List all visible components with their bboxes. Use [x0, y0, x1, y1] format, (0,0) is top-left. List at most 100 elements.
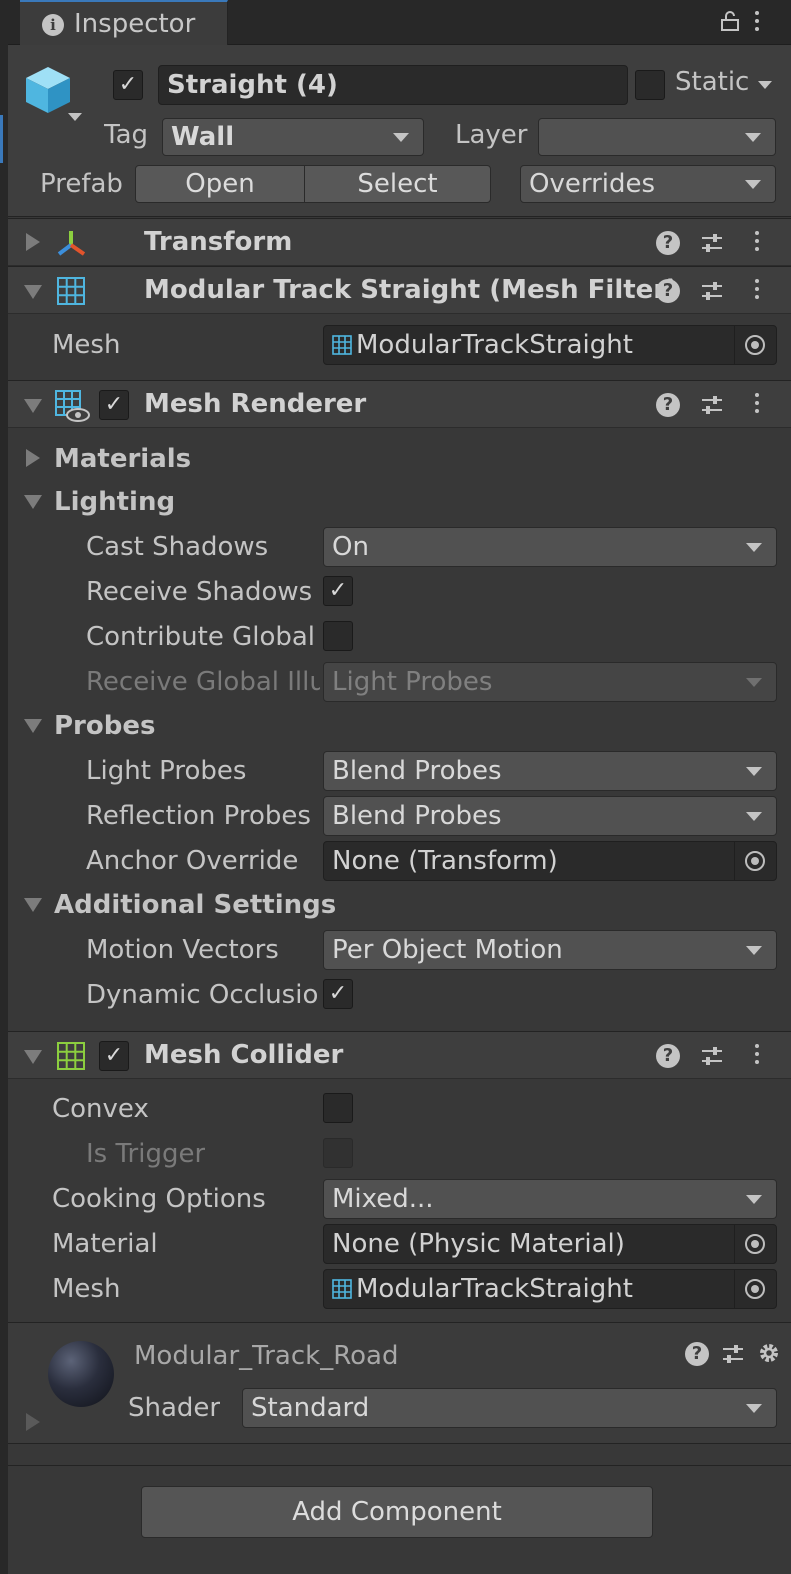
- chevron-down-icon: [745, 180, 761, 189]
- mesh-filter-component-header[interactable]: Modular Track Straight (Mesh Filter) ?: [8, 266, 791, 314]
- collider-material-field[interactable]: None (Physic Material): [323, 1224, 777, 1264]
- cooking-options-dropdown[interactable]: Mixed...: [323, 1179, 777, 1219]
- chevron-down-icon: [745, 133, 761, 142]
- convex-label: Convex: [52, 1094, 149, 1124]
- cast-shadows-dropdown[interactable]: On: [323, 527, 777, 567]
- mesh-renderer-component-header[interactable]: ✓ Mesh Renderer ?: [8, 380, 791, 428]
- tab-inspector[interactable]: i Inspector: [20, 0, 228, 45]
- icon-dropdown-arrow-icon[interactable]: [68, 113, 82, 121]
- cooking-options-label: Cooking Options: [52, 1184, 266, 1214]
- preset-sliders-icon[interactable]: [700, 231, 724, 255]
- component-menu-icon[interactable]: [754, 231, 760, 255]
- shader-label: Shader: [128, 1393, 221, 1423]
- contribute-gi-checkbox[interactable]: [323, 621, 353, 651]
- anchor-override-label: Anchor Override: [86, 846, 299, 876]
- prefab-open-button[interactable]: Open: [135, 165, 305, 203]
- static-label[interactable]: Static: [675, 67, 749, 97]
- collider-mesh-field[interactable]: ModularTrackStraight: [323, 1269, 777, 1309]
- help-icon[interactable]: ?: [656, 279, 680, 303]
- additional-settings-foldout-icon[interactable]: [24, 898, 42, 912]
- object-name-field[interactable]: Straight (4): [158, 65, 628, 105]
- mesh-collider-enabled-checkbox[interactable]: ✓: [99, 1041, 129, 1071]
- cast-shadows-value: On: [332, 532, 369, 562]
- materials-foldout-icon[interactable]: [26, 449, 40, 467]
- transform-component-header[interactable]: Transform ?: [8, 218, 791, 266]
- probes-label[interactable]: Probes: [54, 711, 155, 741]
- mesh-collider-title: Mesh Collider: [144, 1040, 344, 1070]
- mesh-renderer-enabled-checkbox[interactable]: ✓: [99, 390, 129, 420]
- receive-shadows-checkbox[interactable]: ✓: [323, 576, 353, 606]
- object-picker-icon[interactable]: [734, 1270, 776, 1308]
- component-menu-icon[interactable]: [754, 1044, 760, 1068]
- preset-sliders-icon[interactable]: [721, 1342, 745, 1366]
- object-picker-icon[interactable]: [734, 842, 776, 880]
- shader-dropdown[interactable]: Standard: [242, 1388, 777, 1428]
- receive-shadows-label: Receive Shadows: [86, 577, 313, 607]
- tag-dropdown[interactable]: Wall: [162, 118, 424, 156]
- mesh-asset-icon: [332, 335, 352, 355]
- mesh-renderer-title: Mesh Renderer: [144, 389, 367, 419]
- prefab-overrides-dropdown[interactable]: Overrides: [520, 165, 776, 203]
- gear-icon[interactable]: [757, 1341, 781, 1365]
- layer-dropdown[interactable]: [538, 118, 776, 156]
- foldout-collapsed-icon[interactable]: [26, 233, 40, 251]
- overrides-label: Overrides: [529, 169, 656, 199]
- static-checkbox[interactable]: [635, 70, 665, 100]
- window-menu-icon[interactable]: [754, 11, 760, 35]
- motion-vectors-dropdown[interactable]: Per Object Motion: [323, 930, 777, 970]
- foldout-expanded-icon[interactable]: [24, 285, 42, 299]
- materials-label[interactable]: Materials: [54, 444, 191, 474]
- reflection-probes-dropdown[interactable]: Blend Probes: [323, 796, 777, 836]
- help-icon[interactable]: ?: [685, 1342, 709, 1366]
- preset-sliders-icon[interactable]: [700, 279, 724, 303]
- dynamic-occlusion-label: Dynamic Occlusio: [86, 980, 319, 1010]
- lock-icon[interactable]: [721, 11, 739, 31]
- preset-sliders-icon[interactable]: [700, 1044, 724, 1068]
- help-icon[interactable]: ?: [656, 393, 680, 417]
- convex-checkbox[interactable]: [323, 1093, 353, 1123]
- lighting-foldout-icon[interactable]: [24, 495, 42, 509]
- receive-gi-value: Light Probes: [332, 667, 493, 697]
- object-picker-icon[interactable]: [734, 326, 776, 364]
- left-edge: [0, 0, 8, 1574]
- collider-material-label: Material: [52, 1229, 158, 1259]
- anchor-override-field[interactable]: None (Transform): [323, 841, 777, 881]
- gameobject-cube-icon: [26, 67, 70, 113]
- component-menu-icon[interactable]: [754, 393, 760, 417]
- material-foldout-icon[interactable]: [26, 1413, 40, 1431]
- add-component-button[interactable]: Add Component: [141, 1486, 653, 1538]
- lighting-label[interactable]: Lighting: [54, 487, 175, 517]
- mesh-filter-mesh-label: Mesh: [52, 330, 121, 360]
- dynamic-occlusion-checkbox[interactable]: ✓: [323, 979, 353, 1009]
- help-icon[interactable]: ?: [656, 1044, 680, 1068]
- preset-sliders-icon[interactable]: [700, 393, 724, 417]
- mesh-filter-mesh-field[interactable]: ModularTrackStraight: [323, 325, 777, 365]
- chevron-down-icon: [746, 678, 762, 687]
- active-checkbox[interactable]: ✓: [113, 70, 143, 100]
- component-menu-icon[interactable]: [754, 279, 760, 303]
- prefab-select-button[interactable]: Select: [304, 165, 491, 203]
- chevron-down-icon: [746, 767, 762, 776]
- light-probes-value: Blend Probes: [332, 756, 502, 786]
- material-name: Modular_Track_Road: [134, 1341, 399, 1371]
- gameobject-header: ✓ Straight (4) Static Tag Wall Layer Pre…: [8, 45, 791, 217]
- tag-value: Wall: [171, 122, 235, 152]
- is-trigger-label: Is Trigger: [86, 1139, 206, 1169]
- mesh-filter-mesh-value: ModularTrackStraight: [356, 330, 633, 360]
- foldout-expanded-icon[interactable]: [24, 1050, 42, 1064]
- tab-label: Inspector: [74, 9, 196, 39]
- object-picker-icon[interactable]: [734, 1225, 776, 1263]
- chevron-down-icon: [746, 1404, 762, 1413]
- help-icon[interactable]: ?: [656, 231, 680, 255]
- mesh-collider-component-header[interactable]: ✓ Mesh Collider ?: [8, 1031, 791, 1079]
- anchor-override-value: None (Transform): [332, 846, 558, 876]
- light-probes-dropdown[interactable]: Blend Probes: [323, 751, 777, 791]
- foldout-expanded-icon[interactable]: [24, 399, 42, 413]
- static-dropdown-arrow-icon[interactable]: [758, 81, 772, 89]
- info-icon: i: [42, 14, 64, 36]
- transform-axes-icon: [57, 231, 86, 256]
- motion-vectors-value: Per Object Motion: [332, 935, 563, 965]
- additional-settings-label[interactable]: Additional Settings: [54, 890, 336, 920]
- probes-foldout-icon[interactable]: [24, 719, 42, 733]
- collider-mesh-value: ModularTrackStraight: [356, 1274, 633, 1304]
